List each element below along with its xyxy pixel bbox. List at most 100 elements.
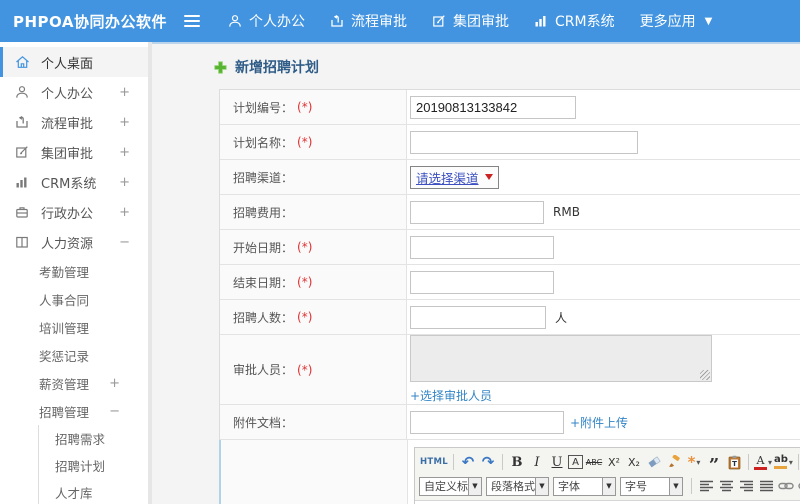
clear-format-icon[interactable]: * ▾	[685, 453, 703, 471]
italic-icon[interactable]: I	[528, 453, 546, 471]
plan-name-label: 计划名称：	[233, 135, 294, 150]
nav-item-crm[interactable]: CRM系统	[534, 11, 615, 31]
editor-toolbar: HTML ↶ ↷ B I U A ABC X² X₂ * ▾ ” T A ▾ a…	[415, 448, 800, 501]
sidebar-item-hr-contract[interactable]: 人事合同	[0, 285, 148, 313]
field-value-cell: 人	[407, 300, 800, 334]
align-right-icon[interactable]	[737, 477, 755, 495]
html-source-button[interactable]: HTML	[420, 453, 448, 471]
highlight-color-icon[interactable]: ab ▾	[774, 453, 793, 471]
hamburger-menu-icon[interactable]	[184, 15, 202, 27]
char-border-icon[interactable]: A	[568, 455, 583, 469]
subscript-icon[interactable]: X₂	[625, 453, 643, 471]
plan-name-input[interactable]	[410, 130, 638, 154]
redo-icon[interactable]: ↷	[479, 453, 497, 471]
bold-icon[interactable]: B	[508, 453, 526, 471]
group-approve-icon	[15, 145, 32, 159]
plus-icon	[214, 60, 227, 74]
sidebar-item-recruit-mgmt[interactable]: 招聘管理 −	[0, 397, 148, 425]
font-size-select[interactable]: 字号 ▼	[620, 476, 683, 496]
font-size-select-value: 字号	[625, 480, 647, 493]
align-justify-icon[interactable]	[757, 477, 775, 495]
paragraph-format-select-value: 段落格式	[491, 480, 535, 493]
select-approvers-link[interactable]: +选择审批人员	[410, 387, 492, 404]
field-label: 审批人员： (*)	[220, 335, 407, 404]
format-brush-icon[interactable]	[665, 453, 683, 471]
superscript-icon[interactable]: X²	[605, 453, 623, 471]
align-center-icon[interactable]	[717, 477, 735, 495]
sidebar-item-workflow-approve[interactable]: 流程审批 +	[0, 107, 148, 137]
caret-down-icon: ▼	[535, 477, 548, 495]
approvers-textarea[interactable]	[410, 335, 712, 382]
sidebar-item-recruit-plan[interactable]: 招聘计划	[39, 452, 148, 479]
expand-plus-icon[interactable]: +	[119, 205, 130, 220]
expand-plus-icon[interactable]: +	[119, 175, 130, 190]
expand-plus-icon[interactable]: +	[119, 115, 130, 130]
blockquote-icon[interactable]: ”	[705, 453, 723, 475]
field-value-cell: +附件上传	[407, 405, 800, 439]
resize-grip-icon[interactable]	[700, 370, 710, 380]
paragraph-format-select[interactable]: 段落格式 ▼	[486, 476, 549, 496]
sidebar-item-label: 人才库	[55, 486, 93, 501]
sidebar-item-attendance[interactable]: 考勤管理	[0, 257, 148, 285]
caret-down-icon: ▼	[468, 477, 481, 495]
eraser-icon[interactable]	[645, 453, 663, 471]
form-row-channel: 招聘渠道： 请选择渠道	[220, 160, 800, 195]
sidebar-item-label: 考勤管理	[39, 264, 90, 280]
expand-plus-icon[interactable]: +	[119, 85, 130, 100]
undo-icon[interactable]: ↶	[459, 453, 477, 471]
underline-icon[interactable]: U	[548, 453, 566, 471]
sidebar-item-desktop[interactable]: 个人桌面	[0, 47, 148, 77]
start-date-input[interactable]	[410, 235, 554, 259]
sidebar-item-recruit-demand[interactable]: 招聘需求	[39, 425, 148, 452]
paste-icon[interactable]: T	[725, 453, 743, 471]
sidebar-item-hr[interactable]: 人力资源 −	[0, 227, 148, 257]
sidebar-item-talent-pool[interactable]: 人才库	[39, 479, 148, 504]
sidebar-item-admin-office[interactable]: 行政办公 +	[0, 197, 148, 227]
briefcase-icon	[15, 205, 32, 219]
field-label: 开始日期： (*)	[220, 230, 407, 264]
attachment-input[interactable]	[410, 410, 564, 434]
upload-attachment-link[interactable]: +附件上传	[570, 414, 628, 431]
headcount-input[interactable]	[410, 305, 546, 329]
link-icon[interactable]	[777, 477, 795, 495]
form-row-fee: 招聘费用： RMB	[220, 195, 800, 230]
required-mark: (*)	[297, 310, 313, 324]
caret-down-icon	[484, 174, 493, 180]
nav-item-label: CRM系统	[555, 14, 615, 30]
editor-toolbar-row-2: 自定义标题 ▼ 段落格式 ▼ 字体 ▼	[419, 474, 800, 498]
sidebar-item-salary[interactable]: 薪资管理 +	[0, 369, 148, 397]
sidebar-item-crm[interactable]: CRM系统 +	[0, 167, 148, 197]
nav-item-workflow-approve[interactable]: 流程审批	[330, 11, 407, 31]
field-label: 结束日期： (*)	[220, 265, 407, 299]
title-style-select[interactable]: 自定义标题 ▼	[419, 476, 482, 496]
font-color-icon[interactable]: A ▾	[754, 453, 772, 471]
main-content: 新增招聘计划 计划编号： (*) 计划名称： (*)	[152, 42, 800, 504]
form-row-headcount: 招聘人数： (*) 人	[220, 300, 800, 335]
collapse-minus-icon[interactable]: −	[109, 404, 120, 419]
required-mark: (*)	[297, 135, 313, 149]
end-date-input[interactable]	[410, 270, 554, 294]
nav-item-more-apps[interactable]: 更多应用 ▼	[640, 11, 713, 31]
workflow-icon	[330, 14, 344, 28]
book-icon	[15, 235, 32, 249]
sidebar-item-group-approve[interactable]: 集团审批 +	[0, 137, 148, 167]
sidebar-item-training[interactable]: 培训管理	[0, 313, 148, 341]
nav-item-group-approve[interactable]: 集团审批	[432, 11, 509, 31]
nav-item-label: 集团审批	[453, 14, 509, 30]
expand-plus-icon[interactable]: +	[109, 376, 120, 391]
caret-down-icon: ▾	[696, 457, 701, 467]
field-value-cell: 请选择渠道	[407, 160, 800, 194]
sidebar-item-label: 个人桌面	[41, 56, 94, 72]
font-family-select[interactable]: 字体 ▼	[553, 476, 616, 496]
plan-no-input[interactable]	[410, 95, 576, 119]
align-left-icon[interactable]	[697, 477, 715, 495]
fee-input[interactable]	[410, 200, 544, 224]
strikethrough-icon[interactable]: ABC	[585, 453, 603, 471]
channel-select-value: 请选择渠道	[416, 170, 479, 186]
sidebar-item-rewards[interactable]: 奖惩记录	[0, 341, 148, 369]
collapse-minus-icon[interactable]: −	[119, 235, 130, 250]
sidebar-item-personal-office[interactable]: 个人办公 +	[0, 77, 148, 107]
nav-item-personal-office[interactable]: 个人办公	[228, 11, 305, 31]
channel-select[interactable]: 请选择渠道	[410, 165, 499, 189]
expand-plus-icon[interactable]: +	[119, 145, 130, 160]
